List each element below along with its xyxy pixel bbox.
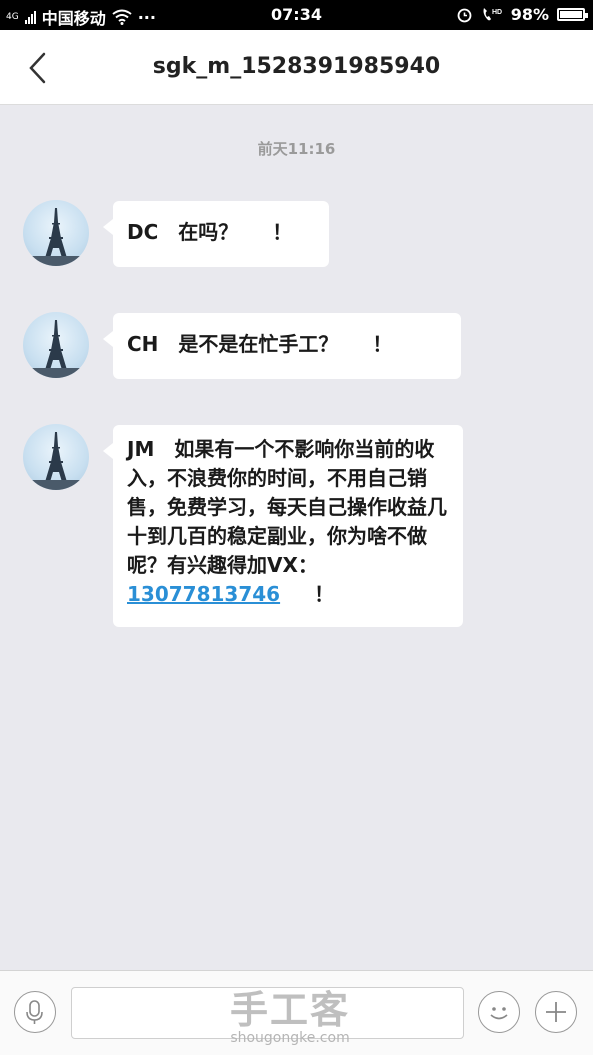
chat-header: sgk_m_1528391985940 (0, 30, 593, 105)
avatar[interactable] (23, 312, 89, 378)
message-bubble: DC 在吗？ ！ (103, 201, 329, 267)
message-row: DC 在吗？ ！ (23, 200, 329, 267)
battery-percent: 98% (510, 5, 549, 24)
eiffel-tower-icon (23, 208, 89, 266)
message-input[interactable] (71, 987, 464, 1039)
alarm-icon (457, 8, 472, 23)
message-tail: ！ (372, 332, 393, 356)
battery-icon (557, 8, 588, 21)
message-timestamp: 前天11:16 (257, 140, 336, 158)
plus-icon (546, 1002, 566, 1022)
chat-title: sgk_m_1528391985940 (152, 54, 441, 79)
eiffel-tower-icon (23, 320, 89, 378)
message-text: JM 如果有一个不影响你当前的收入，不浪费你的时间，不用自己销售，免费学习，每天… (127, 437, 447, 577)
message-text: CH 是不是在忙手工？ (127, 332, 339, 356)
emoji-button[interactable] (478, 991, 520, 1033)
status-right: HD 98% (456, 5, 588, 24)
message-tail: ！ (314, 582, 335, 606)
message-row: JM 如果有一个不影响你当前的收入，不浪费你的时间，不用自己销售，免费学习，每天… (23, 424, 463, 627)
message-bubble: JM 如果有一个不影响你当前的收入，不浪费你的时间，不用自己销售，免费学习，每天… (103, 425, 463, 627)
more-button[interactable] (535, 991, 577, 1033)
voice-button[interactable] (14, 991, 56, 1033)
message-tail: ！ (272, 220, 293, 244)
message-row: CH 是不是在忙手工？ ！ (23, 312, 461, 379)
message-text: DC 在吗？ (127, 220, 239, 244)
smiley-icon (490, 1007, 508, 1020)
microphone-icon (26, 1000, 43, 1024)
phone-link[interactable]: 13077813746 (127, 582, 280, 606)
eiffel-tower-icon (23, 432, 89, 490)
svg-text:HD: HD (492, 9, 502, 16)
avatar[interactable] (23, 424, 89, 490)
status-bar: 4G 中国移动 ··· 07:34 HD 98% (0, 0, 593, 30)
avatar[interactable] (23, 200, 89, 266)
message-bubble: CH 是不是在忙手工？ ！ (103, 313, 461, 379)
input-bar: 手工客 shougongke.com (0, 970, 593, 1055)
hd-call-icon: HD (483, 8, 502, 21)
